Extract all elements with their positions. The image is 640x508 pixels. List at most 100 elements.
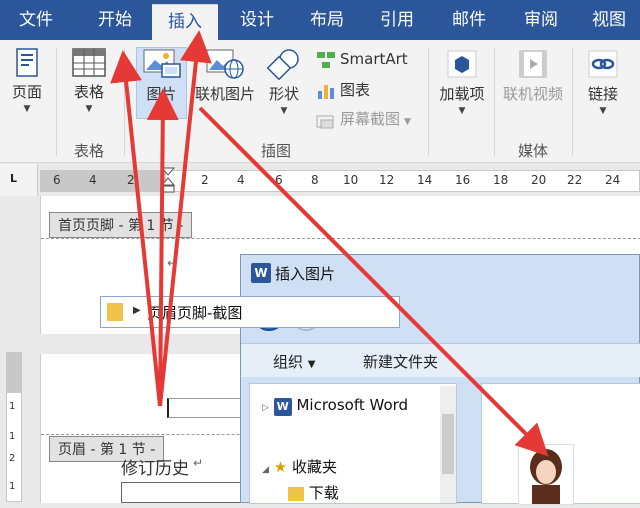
- ruler-tick: 24: [605, 173, 621, 187]
- table-button-label: 表格: [73, 83, 104, 101]
- shapes-button-label: 形状: [268, 85, 299, 103]
- word-app-icon: W: [273, 398, 292, 416]
- shapes-button[interactable]: 形状 ▼: [262, 48, 306, 116]
- tab-review[interactable]: 审阅: [508, 0, 574, 40]
- table-button[interactable]: 表格 ▼: [64, 48, 114, 114]
- tab-view[interactable]: 视图: [578, 0, 640, 40]
- group-divider: [494, 48, 495, 156]
- ribbon-tab-bar: 文件 开始 插入 设计 布局 引用 邮件 审阅 视图: [0, 0, 640, 40]
- chevron-down-icon: ▼: [280, 106, 288, 116]
- address-bar[interactable]: ▶ 页眉页脚-截图: [100, 296, 400, 328]
- ruler-tick: 1: [9, 431, 16, 442]
- ruler-margin: [7, 353, 21, 393]
- chevron-right-icon: ▶: [133, 305, 141, 316]
- ruler-tick: 10: [343, 173, 359, 187]
- paragraph-mark: ↵: [193, 456, 204, 470]
- group-divider: [572, 48, 573, 156]
- online-picture-button-label: 联机图片: [194, 85, 255, 103]
- ruler-tick: 8: [311, 173, 319, 187]
- addins-button[interactable]: 加载项 ▼: [436, 48, 488, 116]
- paragraph-mark: ↵: [167, 256, 178, 270]
- ruler-tick: 4: [89, 173, 97, 187]
- indent-marker-icon[interactable]: [161, 167, 175, 193]
- group-divider: [124, 48, 125, 156]
- ruler-tick: 1: [9, 401, 16, 412]
- expand-arrow-icon: ◢: [262, 465, 269, 475]
- folder-icon: [288, 486, 304, 501]
- tree-item-word[interactable]: ▷ W Microsoft Word: [262, 396, 408, 416]
- new-folder-button[interactable]: 新建文件夹: [363, 351, 438, 372]
- tab-mailings[interactable]: 邮件: [436, 0, 502, 40]
- screenshot-icon: [316, 115, 334, 128]
- smartart-button[interactable]: SmartArt: [316, 50, 408, 69]
- vertical-ruler[interactable]: 1 1 2 1: [6, 352, 22, 502]
- addins-button-label: 加载项: [439, 85, 485, 103]
- link-button[interactable]: 链接 ▼: [578, 48, 628, 116]
- tab-layout[interactable]: 布局: [294, 0, 360, 40]
- illustrations-group-label: 插图: [260, 142, 291, 160]
- tree-item-favorites[interactable]: ◢ ★ 收藏夹: [262, 456, 337, 477]
- ruler-tick: 2: [127, 173, 135, 187]
- organize-menu[interactable]: 组织 ▼: [273, 351, 316, 372]
- ruler-tick: 14: [417, 173, 433, 187]
- expand-arrow-icon: ▷: [262, 403, 269, 413]
- command-bar: 组织 ▼ 新建文件夹: [241, 343, 640, 377]
- addins-icon: [447, 50, 477, 78]
- tab-insert[interactable]: 插入: [152, 4, 218, 40]
- scrollbar-thumb[interactable]: [442, 414, 454, 474]
- organize-label: 组织: [273, 353, 304, 371]
- navigation-scrollbar[interactable]: [440, 386, 456, 503]
- picture-button-label: 图片: [146, 85, 177, 103]
- ruler-tick: 16: [455, 173, 471, 187]
- tab-home[interactable]: 开始: [82, 0, 148, 40]
- chevron-down-icon: ▼: [458, 106, 466, 116]
- chevron-down-icon: ▼: [85, 104, 93, 114]
- picture-icon: [143, 49, 181, 78]
- group-divider: [56, 48, 57, 156]
- online-picture-button[interactable]: 联机图片: [188, 48, 262, 104]
- image-thumbnail[interactable]: [518, 444, 574, 505]
- file-list-pane: [481, 383, 640, 505]
- online-video-icon: [519, 50, 547, 78]
- smartart-label: SmartArt: [340, 50, 408, 68]
- tree-item-label: 下载: [308, 484, 339, 502]
- insert-picture-dialog: W 插入图片 ▼ 组织 ▼ 新建文件夹 ▷ W Microsoft Word ◢…: [240, 254, 640, 505]
- horizontal-ruler[interactable]: 6 4 2 2 4 6 8 10 12 14 16 18 20 22 24: [40, 167, 640, 193]
- online-video-button[interactable]: 联机视频: [498, 48, 568, 104]
- ruler-tick: 1: [9, 481, 16, 492]
- document-body-text: 修订历史: [121, 459, 189, 479]
- chart-button[interactable]: 图表: [316, 79, 370, 100]
- page-button[interactable]: 页面 ▼: [4, 48, 50, 114]
- word-app-icon: W: [251, 263, 271, 283]
- ruler-tick: 18: [493, 173, 509, 187]
- tree-item-downloads[interactable]: 下载: [288, 482, 339, 503]
- chart-icon: [318, 84, 334, 99]
- tab-file[interactable]: 文件: [6, 0, 66, 40]
- ruler-tick: 2: [201, 173, 209, 187]
- page-icon: [16, 48, 38, 77]
- chevron-down-icon: ▼: [404, 117, 411, 127]
- tree-item-label: 收藏夹: [291, 458, 337, 476]
- dialog-title: 插入图片: [275, 265, 336, 283]
- address-path: 页眉页脚-截图: [147, 304, 243, 322]
- tab-stop-glyph: L: [10, 172, 18, 185]
- chevron-down-icon: ▼: [307, 359, 316, 370]
- page-button-label: 页面: [11, 83, 42, 101]
- tab-design[interactable]: 设计: [224, 0, 290, 40]
- tab-references[interactable]: 引用: [364, 0, 430, 40]
- online-video-button-label: 联机视频: [502, 85, 563, 103]
- table-group-label: 表格: [73, 142, 104, 160]
- picture-button[interactable]: 图片: [136, 48, 187, 104]
- tree-item-label: Microsoft Word: [296, 396, 409, 414]
- ruler-tick: 6: [53, 173, 61, 187]
- chevron-down-icon: ▼: [599, 106, 607, 116]
- chart-label: 图表: [340, 81, 371, 99]
- screenshot-label: 屏幕截图: [340, 110, 401, 128]
- ruler-tick: 22: [567, 173, 583, 187]
- ruler-tick: 2: [9, 453, 16, 464]
- tab-selector[interactable]: L: [0, 164, 38, 196]
- screenshot-button[interactable]: 屏幕截图 ▼: [316, 108, 411, 129]
- folder-icon: [107, 303, 123, 321]
- navigation-pane: ▷ W Microsoft Word ◢ ★ 收藏夹 下载: [249, 383, 457, 504]
- avatar-thumbnail-icon: [530, 449, 562, 504]
